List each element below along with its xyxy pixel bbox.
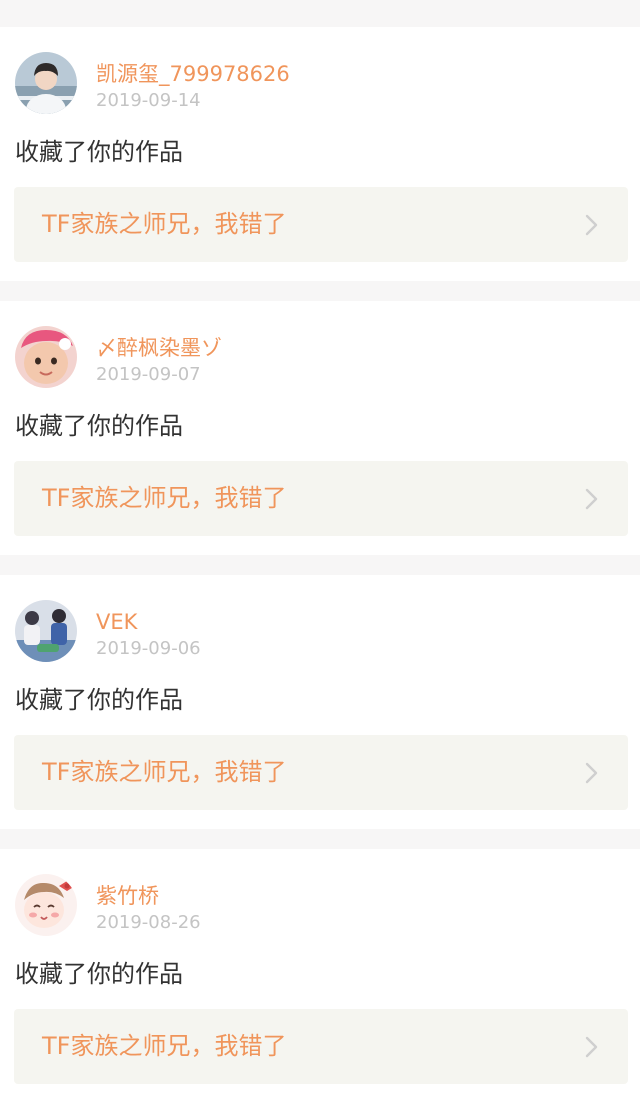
chevron-right-icon [582, 213, 602, 237]
work-link[interactable]: TF家族之师兄，我错了 [14, 1009, 628, 1084]
user-name[interactable]: VEK [96, 609, 137, 635]
avatar-image [15, 874, 77, 936]
avatar-image [15, 600, 77, 662]
avatar[interactable] [15, 874, 77, 936]
work-link[interactable]: TF家族之师兄，我错了 [14, 187, 628, 262]
user-name[interactable]: 紫竹桥 [96, 883, 159, 909]
avatar[interactable] [15, 52, 77, 114]
notification-date: 2019-09-06 [96, 638, 201, 659]
work-title: TF家族之师兄，我错了 [42, 1032, 287, 1060]
notification-card: VEK 2019-09-06 收藏了你的作品 TF家族之师兄，我错了 [0, 575, 640, 829]
notification-card: 凯源玺_799978626 2019-09-14 收藏了你的作品 TF家族之师兄… [0, 27, 640, 281]
user-name[interactable]: 凯源玺_799978626 [96, 61, 290, 87]
chevron-right-icon [582, 761, 602, 785]
chevron-right-icon [582, 1035, 602, 1059]
notification-feed: 凯源玺_799978626 2019-09-14 收藏了你的作品 TF家族之师兄… [0, 0, 640, 1103]
notification-date: 2019-09-07 [96, 364, 201, 385]
chevron-right-icon [582, 487, 602, 511]
action-text: 收藏了你的作品 [15, 960, 183, 988]
notification-card: 紫竹桥 2019-08-26 收藏了你的作品 TF家族之师兄，我错了 [0, 849, 640, 1103]
avatar-image [15, 52, 77, 114]
avatar[interactable] [15, 326, 77, 388]
avatar-image [15, 326, 77, 388]
work-title: TF家族之师兄，我错了 [42, 758, 287, 786]
action-text: 收藏了你的作品 [15, 138, 183, 166]
notification-date: 2019-09-14 [96, 90, 201, 111]
work-link[interactable]: TF家族之师兄，我错了 [14, 461, 628, 536]
action-text: 收藏了你的作品 [15, 412, 183, 440]
avatar[interactable] [15, 600, 77, 662]
action-text: 收藏了你的作品 [15, 686, 183, 714]
user-name[interactable]: 〆醉枫染墨ゾ [96, 335, 222, 361]
notification-date: 2019-08-26 [96, 912, 201, 933]
notification-card: 〆醉枫染墨ゾ 2019-09-07 收藏了你的作品 TF家族之师兄，我错了 [0, 301, 640, 555]
work-title: TF家族之师兄，我错了 [42, 484, 287, 512]
work-link[interactable]: TF家族之师兄，我错了 [14, 735, 628, 810]
work-title: TF家族之师兄，我错了 [42, 210, 287, 238]
